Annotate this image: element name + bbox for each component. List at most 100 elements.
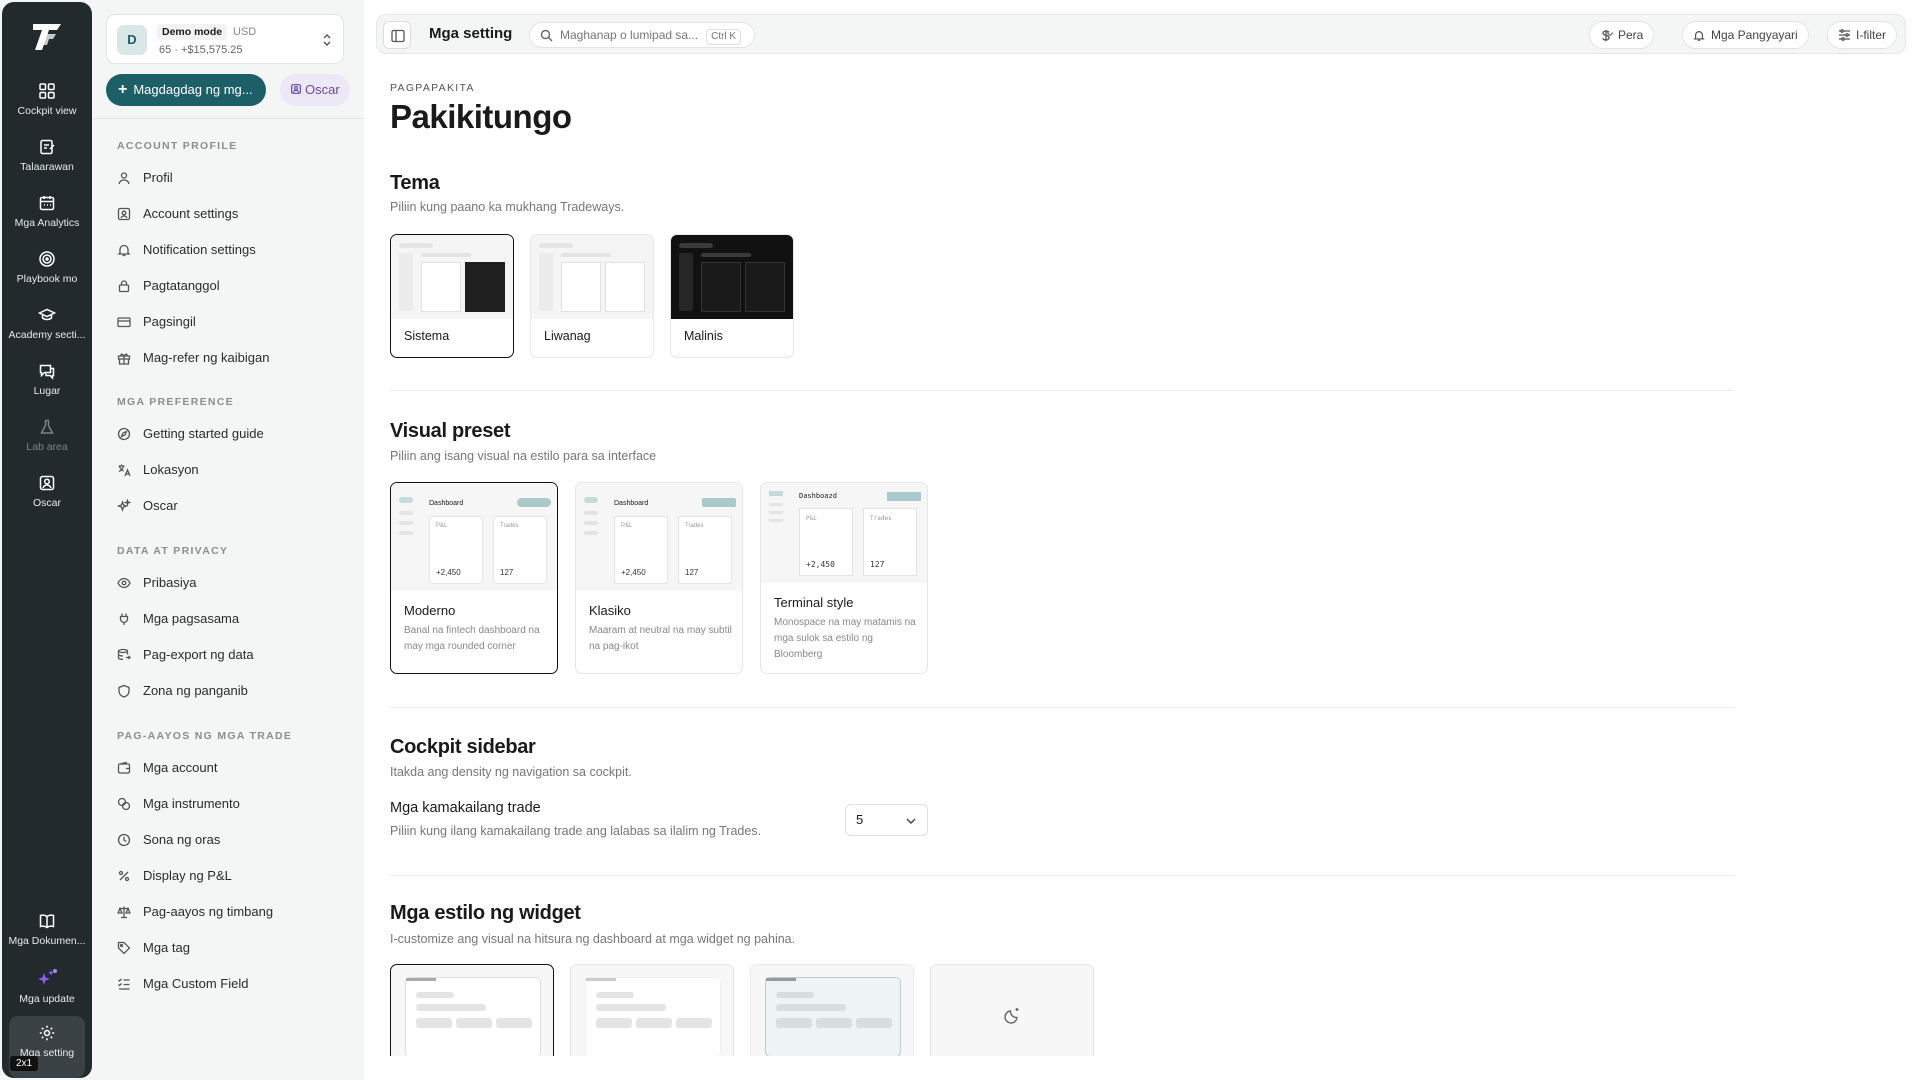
- recent-trades-value: 5: [856, 812, 864, 827]
- oscar-button[interactable]: Oscar: [280, 74, 350, 106]
- rail-item-lugar[interactable]: Lugar: [2, 362, 92, 397]
- nav-item-weighting[interactable]: Pag-aayos ng timbang: [117, 901, 273, 923]
- checklist-icon: [118, 978, 130, 990]
- sidebar-toggle-button[interactable]: [383, 21, 411, 49]
- widgets-section-desc: I-customize ang visual na hitsura ng das…: [390, 932, 796, 946]
- preset-option-modern[interactable]: Dashboard P&L +2,450 Trades 127 Moderno Ba…: [390, 482, 558, 674]
- preset-option-name: Klasiko: [589, 603, 631, 618]
- preset-option-desc: Maaram at neutral na may subtil na pag-i…: [589, 625, 732, 652]
- scale-icon: [117, 906, 131, 919]
- lock-icon: [118, 280, 130, 293]
- search-placeholder: Maghanap o lumipad sa...: [560, 28, 699, 42]
- rail-item-playbook[interactable]: Playbook mo: [2, 250, 92, 285]
- recent-trades-desc: Piliin kung ilang kamakailang trade ang …: [390, 824, 762, 838]
- section-title: MGA PREFERENCE: [117, 396, 234, 408]
- chevron-updown-icon: [323, 34, 331, 46]
- rail-item-docs[interactable]: Mga Dokumen...: [2, 912, 92, 947]
- rail-item-updates[interactable]: Mga update: [2, 968, 92, 1005]
- percent-icon: [118, 870, 130, 882]
- moon-sparkle-icon: [1004, 1008, 1019, 1024]
- bell-icon: [117, 244, 131, 257]
- theme-preview: [391, 235, 513, 319]
- sidebar-toggle-icon: [391, 29, 405, 43]
- theme-option-light[interactable]: Liwanag: [530, 234, 654, 358]
- preset-option-terminal[interactable]: Dashboazd P&L +2,450 Trades 127 Terminal s…: [760, 482, 928, 674]
- widget-style-option-4[interactable]: [930, 964, 1094, 1056]
- widget-style-option-2[interactable]: [570, 964, 734, 1056]
- rail-item-analytics[interactable]: Mga Analytics: [2, 194, 92, 229]
- flask-icon: [40, 419, 54, 434]
- nav-item-location[interactable]: Lokasyon: [117, 459, 199, 481]
- user-icon: [118, 172, 130, 185]
- nav-item-account-settings[interactable]: Account settings: [117, 203, 238, 225]
- section-title: PAG-AAYOS NG MGA TRADE: [117, 730, 293, 742]
- plug-icon: [119, 613, 129, 625]
- nav-item-profile[interactable]: Profil: [117, 167, 173, 189]
- nav-item-refer[interactable]: Mag-refer ng kaibigan: [117, 347, 269, 369]
- filter-sliders-icon: [1839, 29, 1850, 41]
- search-input[interactable]: Maghanap o lumipad sa... Ctrl K: [529, 22, 755, 48]
- preset-preview: Dashboard P&L +2,450 Trades 127: [576, 483, 742, 591]
- rail-item-oscar[interactable]: Oscar: [2, 474, 92, 509]
- nav-item-accounts[interactable]: Mga account: [117, 757, 217, 779]
- rail-item-cockpit[interactable]: Cockpit view: [2, 82, 92, 117]
- nav-item-security[interactable]: Pagtatanggol: [117, 275, 220, 297]
- chat-icon: [39, 364, 55, 380]
- rail-label: Mga update: [19, 993, 75, 1005]
- nav-item-notifications[interactable]: Notification settings: [117, 239, 256, 261]
- nav-item-billing[interactable]: Pagsingil: [117, 311, 196, 333]
- theme-section-desc: Piliin kung paano ka mukhang Tradeways.: [390, 200, 625, 214]
- nav-item-privacy[interactable]: Pribasiya: [117, 572, 196, 594]
- account-switcher[interactable]: D Demo mode USD 65 · +$15,575.25: [106, 14, 344, 64]
- rail-item-academy[interactable]: Academy secti...: [2, 306, 92, 341]
- journal-icon: [40, 139, 55, 155]
- nav-item-timezone[interactable]: Sona ng oras: [117, 829, 220, 851]
- app-logo-icon[interactable]: [30, 20, 64, 54]
- events-button[interactable]: Mga Pangyayari: [1682, 21, 1809, 49]
- tag-icon: [117, 941, 131, 955]
- nav-item-export[interactable]: Pag-export ng data: [117, 644, 254, 666]
- nav-item-custom-fields[interactable]: Mga Custom Field: [117, 973, 248, 995]
- divider: [390, 390, 1734, 391]
- gear-icon: [39, 1025, 55, 1041]
- avatar: D: [117, 25, 147, 55]
- rail-label: Mga Analytics: [14, 217, 80, 229]
- theme-option-dark[interactable]: Malinis: [670, 234, 794, 358]
- rail-item-lab[interactable]: Lab area: [2, 418, 92, 453]
- nav-item-oscar[interactable]: Oscar: [117, 495, 178, 517]
- widget-style-option-3[interactable]: [750, 964, 914, 1056]
- rail-label: Cockpit view: [17, 105, 77, 117]
- nav-item-tags[interactable]: Mga tag: [117, 937, 190, 959]
- id-card-icon: [117, 207, 131, 221]
- recent-trades-select[interactable]: 5: [845, 804, 928, 836]
- chevron-down-icon: [1606, 32, 1614, 37]
- oscar-button-label: Oscar: [305, 82, 340, 97]
- widget-style-option-1[interactable]: [390, 964, 554, 1056]
- nav-item-getting-started[interactable]: Getting started guide: [117, 423, 264, 445]
- gift-icon: [117, 353, 131, 365]
- nav-item-instruments[interactable]: Mga instrumento: [117, 793, 240, 815]
- nav-item-pnl-display[interactable]: Display ng P&L: [117, 865, 232, 887]
- recent-trades-label: Mga kamakailang trade: [390, 800, 541, 816]
- divider: [92, 118, 364, 119]
- grid-icon: [39, 83, 55, 99]
- add-button-label: Magdagdag ng mg...: [133, 82, 253, 97]
- settings-sidebar: D Demo mode USD 65 · +$15,575.25 + Magdag…: [92, 0, 364, 1080]
- add-trade-button[interactable]: + Magdagdag ng mg...: [106, 74, 266, 106]
- preset-option-classic[interactable]: Dashboard P&L +2,450 Trades 127 Klasiko Ma…: [575, 482, 743, 674]
- rail-label: Talaarawan: [20, 161, 74, 173]
- search-icon: [540, 29, 553, 42]
- theme-option-system[interactable]: Sistema: [390, 234, 514, 358]
- preset-option-desc: Banal na fintech dashboard na may mga ro…: [404, 625, 540, 652]
- currency-button[interactable]: Pera: [1589, 21, 1655, 49]
- mode-badge: Demo mode: [157, 24, 228, 40]
- section-title: DATA AT PRIVACY: [117, 545, 229, 557]
- nav-item-danger-zone[interactable]: Zona ng panganib: [117, 680, 248, 702]
- filter-button[interactable]: I-filter: [1827, 21, 1897, 49]
- rail-item-journal[interactable]: Talaarawan: [2, 138, 92, 173]
- currency-label: USD: [233, 26, 257, 38]
- sparkle-icon: [117, 499, 131, 513]
- widget-preview: [405, 977, 541, 1056]
- nav-item-integrations[interactable]: Mga pagsasama: [117, 608, 239, 630]
- wallet-icon: [117, 761, 131, 774]
